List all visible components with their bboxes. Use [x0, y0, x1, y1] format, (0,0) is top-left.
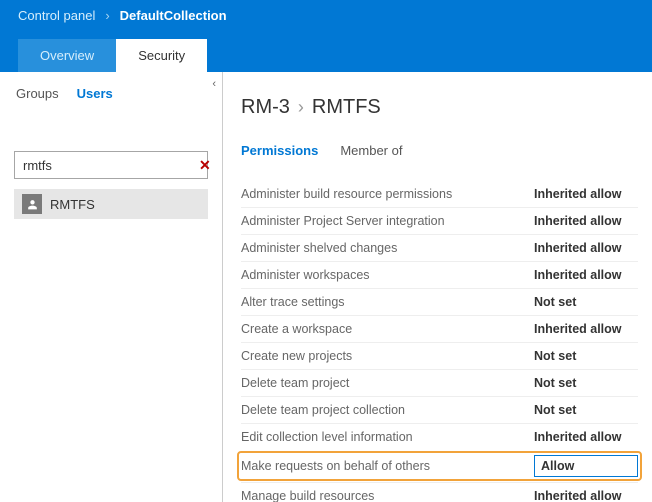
permission-row[interactable]: Delete team project Not set: [241, 369, 638, 396]
content-user: RMTFS: [312, 96, 381, 119]
permission-name: Delete team project: [241, 376, 534, 390]
permission-value[interactable]: Inherited allow: [534, 430, 638, 444]
permission-row[interactable]: Edit collection level information Inheri…: [241, 423, 638, 450]
search-input[interactable]: [23, 158, 199, 173]
permission-value-dropdown[interactable]: Allow: [534, 455, 638, 477]
permission-value[interactable]: Not set: [534, 295, 638, 309]
content-tab-permissions[interactable]: Permissions: [241, 143, 318, 162]
permission-name: Create a workspace: [241, 322, 534, 336]
content-tab-memberof[interactable]: Member of: [340, 143, 402, 162]
user-icon: [22, 194, 42, 214]
chevron-right-icon: ›: [105, 8, 109, 23]
permission-value[interactable]: Not set: [534, 376, 638, 390]
side-tab-users[interactable]: Users: [77, 86, 113, 101]
permission-row[interactable]: Alter trace settings Not set: [241, 288, 638, 315]
breadcrumb-collection[interactable]: DefaultCollection: [120, 8, 227, 23]
permission-name: Manage build resources: [241, 489, 534, 502]
user-list-item[interactable]: RMTFS: [14, 189, 208, 219]
content-title: RM-3 › RMTFS: [241, 96, 638, 119]
permission-row[interactable]: Create a workspace Inherited allow: [241, 315, 638, 342]
permission-value[interactable]: Inherited allow: [534, 214, 638, 228]
permission-name: Edit collection level information: [241, 430, 534, 444]
permission-row[interactable]: Delete team project collection Not set: [241, 396, 638, 423]
collapse-sidebar-icon[interactable]: ‹: [212, 78, 216, 90]
breadcrumb: Control panel › DefaultCollection: [18, 0, 634, 23]
permission-value[interactable]: Inherited allow: [534, 187, 638, 201]
content-scope: RM-3: [241, 96, 290, 119]
search-input-wrap: ✕: [14, 151, 208, 179]
permission-row-highlighted[interactable]: Make requests on behalf of others Allow: [237, 451, 642, 481]
side-tab-groups[interactable]: Groups: [16, 86, 59, 101]
permission-name: Delete team project collection: [241, 403, 534, 417]
clear-search-icon[interactable]: ✕: [199, 157, 211, 174]
permission-row[interactable]: Administer build resource permissions In…: [241, 180, 638, 207]
permission-value[interactable]: Inherited allow: [534, 322, 638, 336]
permission-name: Alter trace settings: [241, 295, 534, 309]
tab-overview[interactable]: Overview: [18, 39, 116, 72]
permission-row[interactable]: Manage build resources Inherited allow: [241, 482, 638, 502]
tab-security[interactable]: Security: [116, 39, 207, 72]
permission-name: Create new projects: [241, 349, 534, 363]
permission-row[interactable]: Create new projects Not set: [241, 342, 638, 369]
permission-row[interactable]: Administer workspaces Inherited allow: [241, 261, 638, 288]
permission-name: Administer shelved changes: [241, 241, 534, 255]
permissions-list: Administer build resource permissions In…: [241, 180, 638, 502]
permission-name: Administer build resource permissions: [241, 187, 534, 201]
permission-value[interactable]: Not set: [534, 349, 638, 363]
permission-value[interactable]: Inherited allow: [534, 489, 638, 502]
permission-name: Administer Project Server integration: [241, 214, 534, 228]
permission-name: Make requests on behalf of others: [241, 459, 534, 473]
user-list-item-label: RMTFS: [50, 197, 95, 212]
permission-row[interactable]: Administer Project Server integration In…: [241, 207, 638, 234]
permission-row[interactable]: Administer shelved changes Inherited all…: [241, 234, 638, 261]
permission-value[interactable]: Not set: [534, 403, 638, 417]
permission-name: Administer workspaces: [241, 268, 534, 282]
chevron-right-icon: ›: [298, 97, 304, 118]
permission-value[interactable]: Inherited allow: [534, 241, 638, 255]
permission-value[interactable]: Inherited allow: [534, 268, 638, 282]
breadcrumb-root[interactable]: Control panel: [18, 8, 95, 23]
